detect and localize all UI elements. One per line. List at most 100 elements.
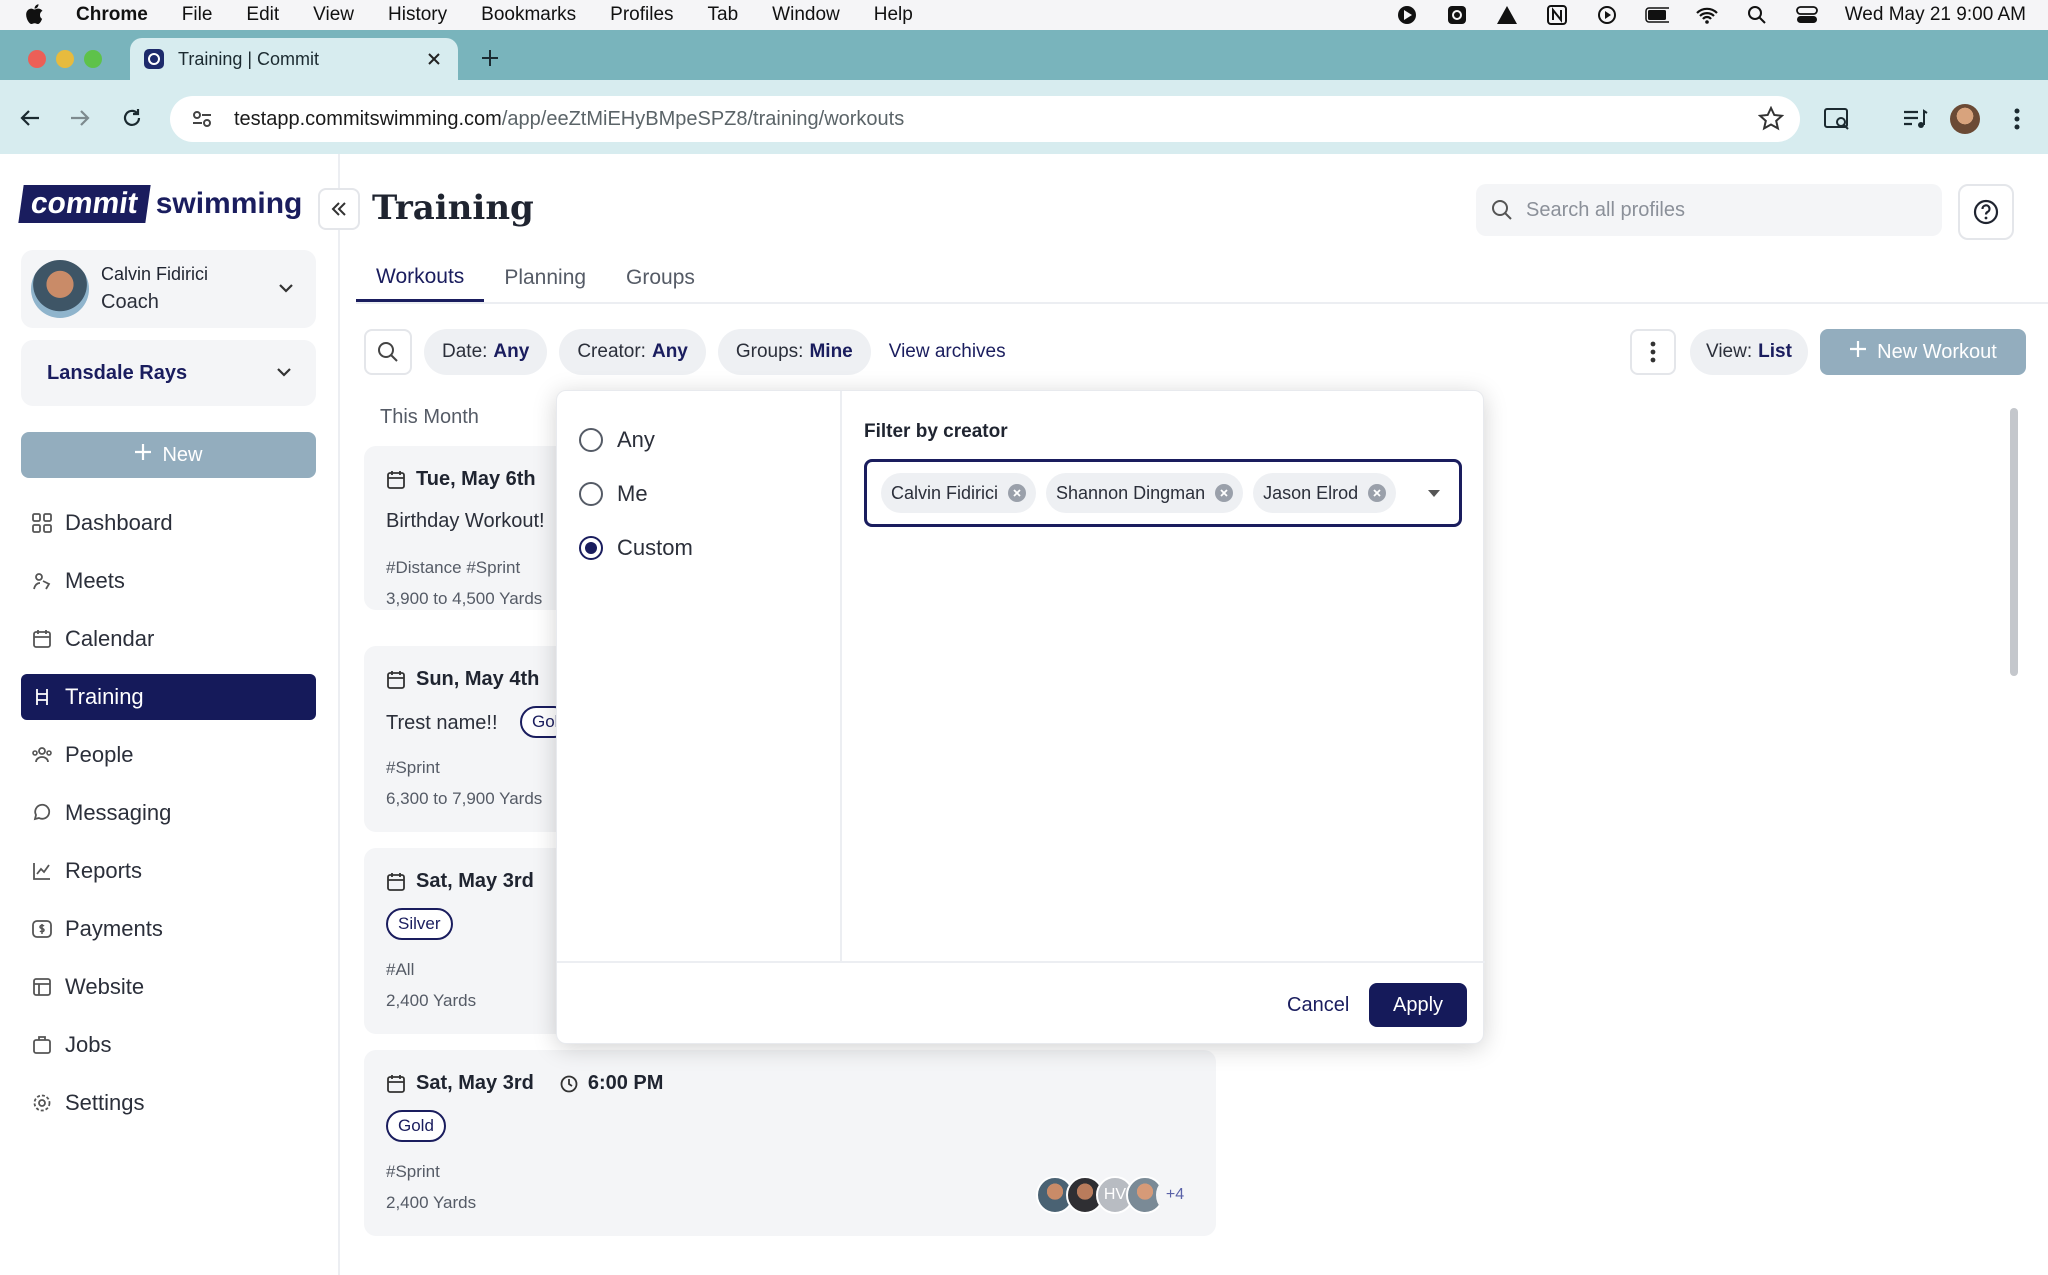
new-tab-icon[interactable] [476, 44, 504, 72]
battery-icon[interactable] [1644, 5, 1669, 25]
screen-record-icon[interactable] [1395, 5, 1419, 25]
sidebar-item-training[interactable]: Training [21, 674, 316, 720]
calendar-icon [386, 470, 406, 490]
calendar-icon [386, 1074, 406, 1094]
sidebar-new-button[interactable]: New [21, 432, 316, 478]
search-all-profiles-input[interactable]: Search all profiles [1476, 184, 1942, 236]
user-switcher[interactable]: Calvin Fidirici Coach [21, 250, 316, 328]
site-settings-icon[interactable] [188, 105, 216, 133]
radio-circle[interactable] [579, 482, 603, 506]
address-bar[interactable]: testapp.commitswimming.com/app/eeZtMiEHy… [170, 96, 1800, 142]
sidebar-item-dashboard[interactable]: Dashboard [21, 500, 316, 546]
workout-yards: 2,400 Yards [386, 991, 477, 1010]
menu-window[interactable]: Window [772, 4, 840, 26]
media-controls-icon[interactable] [1900, 104, 1930, 134]
assigned-swimmers-avatars[interactable]: HV +4 [1036, 1176, 1194, 1214]
groups-filter-label: Groups: [735, 341, 804, 362]
close-window-button[interactable] [28, 50, 46, 68]
tab-planning[interactable]: Planning [484, 254, 606, 302]
groups-filter-pill[interactable]: Groups: Mine [717, 329, 871, 375]
app-viewport: commit swimming Calvin Fidirici Coach La… [0, 154, 2048, 1275]
menu-help[interactable]: Help [874, 4, 913, 26]
dropdown-caret-icon[interactable] [1425, 484, 1443, 502]
sidebar-item-messaging[interactable]: Messaging [21, 790, 316, 836]
settings-flower-icon[interactable] [1445, 5, 1469, 25]
workout-card[interactable]: Sat, May 3rd 6:00 PM Gold #Sprint 2,400 … [364, 1050, 1216, 1236]
new-button-label: New [162, 443, 203, 466]
sidebar-item-website[interactable]: Website [21, 964, 316, 1010]
sidebar-item-people[interactable]: People [21, 732, 316, 778]
workout-yards: 3,900 to 4,500 Yards [386, 589, 543, 608]
menu-view[interactable]: View [313, 4, 354, 26]
chevron-down-icon [274, 362, 294, 382]
menu-app-name[interactable]: Chrome [76, 4, 148, 26]
workout-date: Sun, May 4th [386, 668, 539, 691]
wifi-icon[interactable] [1695, 5, 1719, 25]
chrome-menu-icon[interactable] [2002, 104, 2032, 134]
groups-filter-value: Mine [809, 341, 853, 362]
date-filter-pill[interactable]: Date: Any [424, 329, 548, 375]
maximize-window-button[interactable] [84, 50, 102, 68]
menu-profiles[interactable]: Profiles [610, 4, 673, 26]
creator-multiselect[interactable]: Calvin Fidirici Shannon Dingman Jason El… [864, 459, 1462, 527]
close-tab-icon[interactable] [424, 49, 444, 69]
workout-name: Birthday Workout! [386, 510, 545, 532]
apple-icon[interactable] [26, 4, 56, 26]
back-arrow-icon[interactable] [16, 104, 44, 132]
minimize-window-button[interactable] [56, 50, 74, 68]
menu-tab[interactable]: Tab [708, 4, 739, 26]
menu-edit[interactable]: Edit [246, 4, 279, 26]
sidebar-item-reports[interactable]: Reports [21, 848, 316, 894]
chrome-profile-avatar[interactable] [1950, 104, 1980, 134]
new-workout-button[interactable]: New Workout [1820, 329, 2026, 375]
view-mode-pill[interactable]: View: List [1690, 329, 1808, 375]
commit-swimming-logo[interactable]: commit swimming [18, 184, 302, 224]
user-name: Calvin Fidirici [101, 264, 209, 284]
radio-custom[interactable]: Custom [579, 535, 693, 561]
radio-me[interactable]: Me [579, 481, 648, 507]
radio-circle[interactable] [579, 428, 603, 452]
sidebar-item-meets[interactable]: Meets [21, 558, 316, 604]
apply-button[interactable]: Apply [1369, 983, 1467, 1027]
remove-chip-icon[interactable] [1008, 484, 1027, 502]
menu-history[interactable]: History [388, 4, 447, 26]
spotlight-search-icon[interactable] [1745, 5, 1769, 25]
forward-arrow-icon[interactable] [66, 104, 94, 132]
cancel-button[interactable]: Cancel [1277, 983, 1359, 1027]
view-archives-link[interactable]: View archives [889, 341, 1006, 363]
team-switcher[interactable]: Lansdale Rays [21, 340, 316, 406]
reload-icon[interactable] [118, 104, 146, 132]
bookmark-star-icon[interactable] [1757, 105, 1785, 132]
sidebar-item-settings[interactable]: Settings [21, 1080, 316, 1126]
help-button[interactable] [1958, 184, 2014, 240]
menu-bookmarks[interactable]: Bookmarks [481, 4, 576, 26]
sidebar-item-calendar[interactable]: Calendar [21, 616, 316, 662]
calendar-icon [386, 670, 406, 690]
tab-groups[interactable]: Groups [606, 254, 715, 302]
remove-chip-icon[interactable] [1215, 484, 1234, 502]
tab-workouts[interactable]: Workouts [356, 254, 485, 302]
radio-any[interactable]: Any [579, 427, 655, 453]
view-mode-value: List [1758, 341, 1792, 362]
creator-filter-pill[interactable]: Creator: Any [559, 329, 706, 375]
workout-search-button[interactable] [364, 329, 412, 375]
sidebar-item-jobs[interactable]: Jobs [21, 1022, 316, 1068]
collapse-sidebar-button[interactable] [318, 188, 360, 230]
more-options-button[interactable] [1630, 329, 1676, 375]
remove-chip-icon[interactable] [1368, 484, 1387, 502]
tab-search-icon[interactable] [1822, 104, 1852, 134]
sidebar-nav: Dashboard Meets Calendar Training People… [21, 500, 316, 1138]
control-center-icon[interactable] [1795, 5, 1819, 25]
browser-tab-active[interactable]: Training | Commit [130, 38, 458, 80]
menu-file[interactable]: File [182, 4, 213, 26]
notion-icon[interactable] [1545, 5, 1569, 25]
menu-bar-clock[interactable]: Wed May 21 9:00 AM [1845, 4, 2026, 26]
training-tabs: Workouts Planning Groups [356, 254, 715, 302]
sidebar-item-payments[interactable]: Payments [21, 906, 316, 952]
drive-icon[interactable] [1495, 5, 1519, 25]
play-circle-icon[interactable] [1595, 5, 1619, 25]
radio-circle-selected[interactable] [579, 536, 603, 560]
tab-title: Training | Commit [178, 48, 320, 69]
main-scrollbar[interactable] [2010, 408, 2018, 676]
commit-favicon-icon [144, 49, 164, 69]
